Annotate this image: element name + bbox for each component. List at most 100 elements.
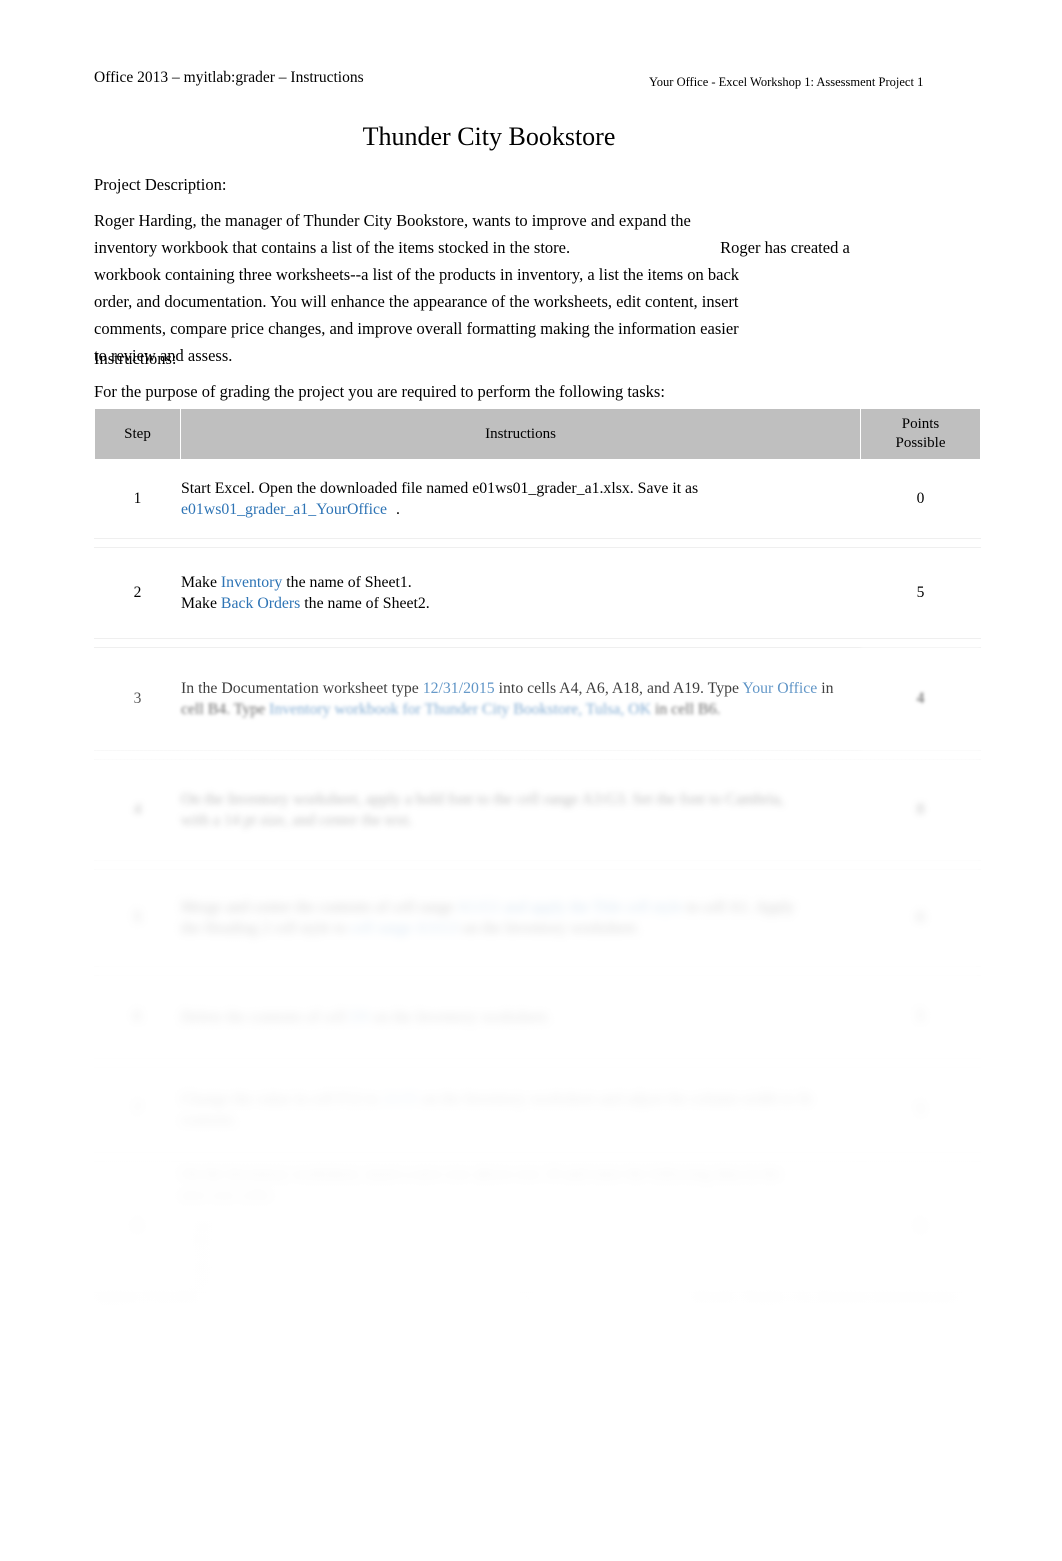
cell-step-number: 4 (94, 759, 181, 861)
cell-points-value: 6 (860, 869, 981, 967)
instruction-text-run: Make (181, 595, 221, 612)
description-line-part: inventory workbook that contains a list … (94, 238, 571, 257)
instruction-highlight-run: 24.95 (382, 1091, 418, 1108)
page-title: Thunder City Bookstore (362, 122, 616, 151)
instruction-highlight-run: Inventory (220, 574, 283, 591)
instruction-highlight-run: cell range A3:G3 (350, 920, 459, 937)
instruction-highlight-run: Your Office (742, 680, 818, 697)
footer-right-text: e01ws01_Thunder_City_Bookstore Instructi… (691, 1290, 960, 1304)
list-item: A10 (193, 1221, 212, 1233)
table-row: 7 Change the value in cell F12 to 24.95 … (94, 1067, 981, 1153)
points-header-line2: Possible (895, 435, 946, 451)
instruction-text-run: the name of Sheet2. (300, 595, 430, 612)
document-page: Office 2013 – myitlab:grader – Instructi… (0, 0, 1062, 1561)
cell-points-value: 5 (860, 547, 981, 639)
list-item: D10 (193, 1263, 212, 1275)
table-header: Step Instructions Points Possible (94, 408, 981, 460)
instruction-text-run: Change the value in cell F12 to (181, 1091, 383, 1108)
instruction-text-run: Merge and center the contents of cell ra… (181, 899, 458, 916)
instruction-text-run: cell B4. Type (181, 701, 270, 718)
project-description-label: Project Description: (94, 175, 227, 194)
instruction-text-run: on the Inventory worksheet and adjust th… (417, 1091, 813, 1108)
cell-instruction-text: On the Inventory worksheet, apply a bold… (180, 759, 861, 861)
document-running-header: Office 2013 – myitlab:grader – Instructi… (94, 68, 974, 94)
table-row-separator (94, 1058, 981, 1068)
instruction-line: Make Inventory the name of Sheet1. (181, 572, 860, 593)
table-row-separator (94, 750, 981, 760)
cell-step-number: 2 (94, 547, 181, 639)
cell-points-value: 0 (860, 459, 981, 539)
instruction-line: Make Back Orders the name of Sheet2. (181, 593, 860, 614)
separator-cell (94, 538, 981, 548)
instruction-line: Start Excel. Open the downloaded file na… (181, 478, 860, 499)
instruction-text-run: the name of Sheet1. (282, 574, 412, 591)
instruction-highlight-run: Inventory workbook for Thunder City Book… (269, 701, 651, 718)
list-item: B10 (193, 1235, 212, 1247)
cell-instruction-text: Change the value in cell F12 to 24.95 on… (180, 1067, 861, 1153)
instruction-line: Merge and center the contents of cell ra… (181, 897, 860, 918)
instruction-line: with a 14 pt size, and center the text. (181, 812, 413, 829)
table-row: 6 Delete the contents of cell D9 on the … (94, 975, 981, 1059)
instruction-line: contents. (181, 1112, 238, 1129)
table-row: 5 Merge and center the contents of cell … (94, 869, 981, 967)
table-row: 1 Start Excel. Open the downloaded file … (94, 459, 981, 539)
cell-instruction-text: In the Documentation worksheet type 12/3… (180, 647, 861, 751)
table-row: 8 On the Inventory worksheet, insert a n… (94, 1161, 981, 1293)
cell-points-value: 5 (860, 975, 981, 1059)
footer-page-number: 2 (524, 1290, 531, 1304)
cell-instruction-text: Make Inventory the name of Sheet1. Make … (180, 547, 861, 639)
project-description-text: Roger Harding, the manager of Thunder Ci… (94, 207, 894, 369)
cell-instruction-text: On the Inventory worksheet, insert a new… (180, 1161, 861, 1293)
instruction-line: Delete the contents of cell D9 on the In… (181, 1007, 860, 1028)
description-line-part: Roger has created a (720, 238, 850, 257)
cell-step-number: 5 (94, 869, 181, 967)
instruction-text-run: in cell B6. (651, 701, 721, 718)
instruction-line: new row cells: (181, 1187, 274, 1204)
separator-cell (94, 638, 981, 648)
separator-cell (94, 750, 981, 760)
instruction-sub-list: A10 B10 C10 D10 E10 (193, 1220, 860, 1290)
instruction-text-run: on the Inventory worksheet. (458, 920, 640, 937)
instruction-highlight-run: e01ws01_grader_a1_YourOffice (181, 501, 388, 518)
cell-step-number: 3 (94, 647, 181, 751)
footer-left-text: Updated: 07/01/2015 (94, 1290, 200, 1304)
separator-cell (94, 860, 981, 870)
instruction-text-run: to cell A1. Apply (682, 899, 795, 916)
grading-instruction-line: For the purpose of grading the project y… (94, 382, 665, 401)
cell-instruction-text: Delete the contents of cell D9 on the In… (180, 975, 861, 1059)
description-line: workbook containing three worksheets--a … (94, 265, 740, 284)
separator-cell (94, 1152, 981, 1162)
instruction-text-run: in (817, 680, 834, 697)
instruction-highlight-run: D9 (349, 1008, 370, 1026)
instruction-line: In the Documentation worksheet type 12/3… (181, 678, 860, 699)
points-header-line1: Points (901, 416, 940, 432)
cell-points-value: 5 (860, 1067, 981, 1153)
column-header-step: Step (94, 408, 181, 460)
instructions-label: Instructions: (94, 349, 177, 368)
table-row-separator (94, 966, 981, 976)
description-line: comments, compare price changes, and imp… (94, 319, 739, 338)
instruction-highlight-run: Back Orders (220, 595, 301, 612)
table-row-separator (94, 538, 981, 548)
separator-cell (94, 1058, 981, 1068)
table-row-separator (94, 1152, 981, 1162)
table-body: 1 Start Excel. Open the downloaded file … (94, 459, 981, 1293)
instruction-text-run: into cells A4, A6, A18, and A19. Type (494, 680, 743, 697)
description-line: to review and assess. (94, 346, 233, 365)
table-header-row: Step Instructions Points Possible (94, 408, 981, 460)
table-row-separator (94, 860, 981, 870)
table-row: 3 In the Documentation worksheet type 12… (94, 647, 981, 751)
cell-step-number: 7 (94, 1067, 181, 1153)
document-footer: Updated: 07/01/2015 2 e01ws01_Thunder_Ci… (94, 1288, 980, 1312)
instruction-highlight-run: 12/31/2015 (422, 680, 495, 697)
instruction-text-run: on the Inventory worksheet. (369, 1008, 551, 1026)
instruction-text-run: Delete the contents of cell (181, 1008, 350, 1026)
cell-instruction-text: Merge and center the contents of cell ra… (180, 869, 861, 967)
instruction-line: e01ws01_grader_a1_YourOffice. (181, 499, 860, 520)
cell-instruction-text: Start Excel. Open the downloaded file na… (180, 459, 861, 539)
instruction-text-run: the Heading 2 cell style to (181, 920, 351, 937)
instruction-text-run: Start Excel. Open the downloaded file na… (181, 480, 699, 497)
cell-points-value: 8 (860, 1161, 981, 1293)
cell-step-number: 1 (94, 459, 181, 539)
instruction-line: On the Inventory worksheet, apply a bold… (181, 791, 784, 808)
